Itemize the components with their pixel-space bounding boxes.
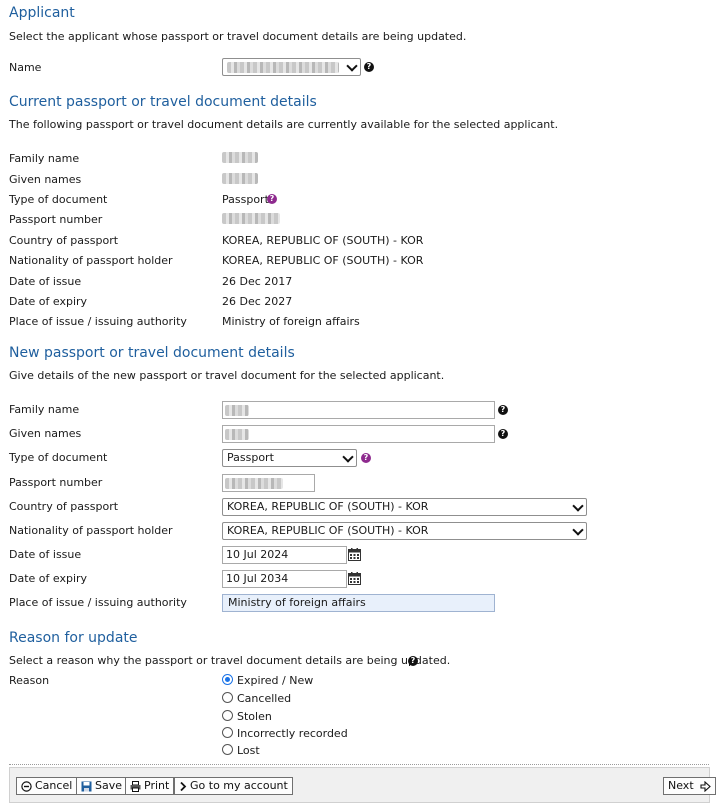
go-to-account-label: Go to my account — [190, 779, 288, 792]
country-of-passport-value: KOREA, REPUBLIC OF (SOUTH) - KOR — [227, 500, 429, 513]
given-names-input[interactable] — [222, 425, 495, 443]
applicant-name-label: Name — [9, 61, 42, 74]
help-icon[interactable]: ? — [498, 405, 508, 415]
document-type-select[interactable]: Passport — [222, 449, 357, 467]
new-details-heading: New passport or travel document details — [9, 345, 295, 361]
new-family-name-label: Family name — [9, 403, 80, 416]
current-given-names-redacted — [222, 173, 258, 184]
passport-number-redacted — [225, 478, 283, 489]
current-details-intro: The following passport or travel documen… — [9, 118, 559, 131]
calendar-icon[interactable] — [348, 548, 361, 561]
current-nationality-label: Nationality of passport holder — [9, 254, 173, 267]
reason-label: Reason — [9, 674, 50, 687]
place-of-issue-value: Ministry of foreign affairs — [228, 596, 366, 609]
chevron-right-icon — [180, 781, 187, 791]
new-issue-date-label: Date of issue — [9, 548, 82, 561]
given-names-redacted — [225, 429, 249, 440]
new-expiry-date-label: Date of expiry — [9, 572, 88, 585]
reason-heading: Reason for update — [9, 630, 138, 646]
nationality-select[interactable]: KOREA, REPUBLIC OF (SOUTH) - KOR — [222, 522, 587, 540]
cancel-button-label: Cancel — [35, 779, 73, 792]
new-passport-number-label: Passport number — [9, 476, 103, 489]
current-details-heading: Current passport or travel document deta… — [9, 94, 317, 110]
new-place-label: Place of issue / issuing authority — [9, 596, 187, 609]
chevron-down-icon — [342, 451, 354, 463]
new-given-names-label: Given names — [9, 427, 82, 440]
current-place-value: Ministry of foreign affairs — [222, 315, 360, 328]
reason-radio-cancelled[interactable] — [222, 692, 233, 703]
calendar-icon[interactable] — [348, 572, 361, 585]
document-type-value: Passport — [227, 451, 274, 464]
current-country-label: Country of passport — [9, 234, 119, 247]
date-of-issue-input[interactable]: 10 Jul 2024 — [222, 546, 347, 564]
new-details-intro: Give details of the new passport or trav… — [9, 369, 445, 382]
chevron-down-icon — [572, 524, 584, 536]
reason-option-label[interactable]: Expired / New — [237, 674, 313, 687]
current-type-label: Type of document — [9, 193, 108, 206]
date-of-issue-value: 10 Jul 2024 — [226, 548, 289, 561]
help-icon[interactable]: ? — [364, 62, 374, 72]
current-given-names-label: Given names — [9, 173, 82, 186]
reason-option-label[interactable]: Incorrectly recorded — [237, 727, 348, 740]
chevron-down-icon — [346, 60, 358, 72]
family-name-redacted — [225, 405, 249, 416]
family-name-input[interactable] — [222, 401, 495, 419]
arrow-right-icon — [700, 780, 711, 792]
save-button[interactable]: Save — [76, 777, 128, 795]
current-family-name-redacted — [222, 152, 258, 163]
reason-option-label[interactable]: Lost — [237, 744, 260, 757]
print-button[interactable]: Print — [125, 777, 175, 795]
nationality-value: KOREA, REPUBLIC OF (SOUTH) - KOR — [227, 524, 429, 537]
new-country-label: Country of passport — [9, 500, 119, 513]
current-passport-number-label: Passport number — [9, 213, 103, 226]
print-button-label: Print — [144, 779, 170, 792]
country-of-passport-select[interactable]: KOREA, REPUBLIC OF (SOUTH) - KOR — [222, 498, 587, 516]
passport-number-input[interactable] — [222, 474, 315, 492]
new-nationality-label: Nationality of passport holder — [9, 524, 173, 537]
current-type-value: Passport — [222, 193, 269, 206]
current-place-label: Place of issue / issuing authority — [9, 315, 187, 328]
current-issue-date-label: Date of issue — [9, 275, 82, 288]
current-passport-number-redacted — [222, 213, 280, 224]
reason-radio-lost[interactable] — [222, 744, 233, 755]
print-icon — [130, 780, 141, 792]
applicant-heading: Applicant — [9, 5, 75, 21]
help-icon[interactable]: ? — [361, 453, 371, 463]
date-of-expiry-value: 10 Jul 2034 — [226, 572, 289, 585]
current-family-name-label: Family name — [9, 152, 80, 165]
chevron-down-icon — [572, 500, 584, 512]
new-type-label: Type of document — [9, 451, 108, 464]
current-expiry-date-label: Date of expiry — [9, 295, 88, 308]
cancel-button[interactable]: Cancel — [16, 777, 78, 795]
applicant-name-redacted — [227, 62, 339, 73]
reason-option-label[interactable]: Stolen — [237, 710, 272, 723]
reason-intro: Select a reason why the passport or trav… — [9, 654, 451, 667]
go-to-account-button[interactable]: Go to my account — [174, 777, 293, 795]
reason-option-label[interactable]: Cancelled — [237, 692, 291, 705]
next-button[interactable]: Next — [663, 777, 717, 795]
current-nationality-value: KOREA, REPUBLIC OF (SOUTH) - KOR — [222, 254, 424, 267]
action-bar: Cancel Save Print Go to my account Next — [9, 767, 717, 803]
reason-radio-stolen[interactable] — [222, 710, 233, 721]
next-button-label: Next — [668, 779, 694, 792]
help-icon[interactable]: ? — [267, 194, 277, 204]
current-country-value: KOREA, REPUBLIC OF (SOUTH) - KOR — [222, 234, 424, 247]
cancel-icon — [21, 780, 32, 792]
place-of-issue-field[interactable]: Ministry of foreign affairs — [222, 594, 495, 612]
current-issue-date-value: 26 Dec 2017 — [222, 275, 293, 288]
help-icon[interactable]: ? — [408, 656, 418, 666]
footer-divider — [9, 764, 709, 765]
applicant-name-select[interactable] — [222, 58, 361, 76]
save-icon — [81, 781, 92, 791]
reason-radio-expired-new[interactable] — [222, 674, 233, 685]
save-button-label: Save — [95, 779, 123, 792]
applicant-intro: Select the applicant whose passport or t… — [9, 30, 467, 43]
current-expiry-date-value: 26 Dec 2027 — [222, 295, 293, 308]
reason-radio-incorrectly-recorded[interactable] — [222, 727, 233, 738]
date-of-expiry-input[interactable]: 10 Jul 2034 — [222, 570, 347, 588]
help-icon[interactable]: ? — [498, 429, 508, 439]
